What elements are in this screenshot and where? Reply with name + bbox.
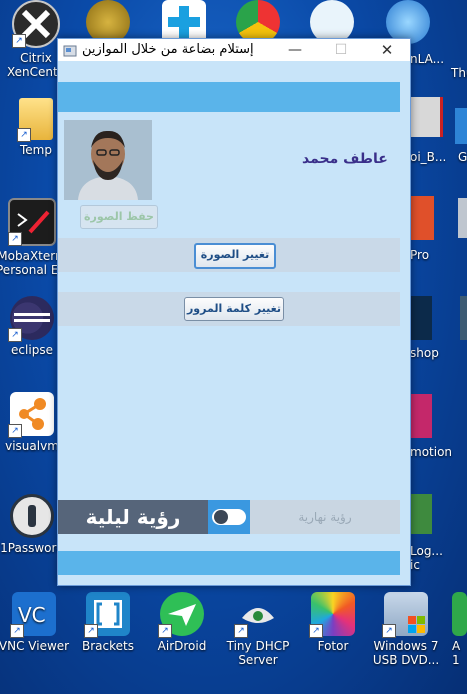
day-mode-label: رؤية نهارية (250, 500, 400, 534)
user-name: عاطف محمد (302, 151, 388, 167)
shortcut-arrow-icon: ↗ (382, 624, 396, 638)
desktop-icon-brackets[interactable]: ↗ Brackets (72, 592, 144, 653)
shortcut-arrow-icon: ↗ (8, 424, 22, 438)
desktop-icon-fotor[interactable]: ↗ Fotor (297, 592, 369, 653)
motion-icon[interactable] (410, 394, 432, 438)
terminal-icon: ↗ (8, 198, 56, 246)
desktop-icon-windows7-usb-dvd[interactable]: ↗ Windows 7 USB DVD... (370, 592, 442, 667)
window-title: إستلام بضاعة من خلال الموازين (82, 42, 254, 57)
shortcut-arrow-icon: ↗ (10, 624, 24, 638)
night-mode-label: رؤية ليلية (58, 500, 208, 534)
shortcut-arrow-icon: ↗ (158, 624, 172, 638)
desktop-icon-label: Server (238, 653, 278, 667)
app-icon[interactable] (455, 108, 467, 144)
airdroid-icon: ↗ (158, 592, 204, 638)
shortcut-arrow-icon: ↗ (234, 624, 248, 638)
desktop-icon-label: A (452, 639, 461, 653)
desktop-label-right: G (458, 150, 467, 164)
theme-toggle-switch[interactable] (208, 500, 250, 534)
app-window-icon (63, 43, 77, 57)
eclipse-icon: ↗ (8, 296, 54, 342)
folder-icon: ↗ (17, 98, 53, 142)
brackets-icon: ↗ (84, 592, 130, 638)
desktop-icon-label: VNC Viewer (0, 639, 70, 653)
citrix-icon: ↗ (12, 0, 60, 48)
desktop-icon-label: 1 (452, 653, 460, 667)
windows-usb-icon: ↗ (382, 592, 428, 638)
toggle-track (212, 509, 246, 525)
desktop-label-right: motion (410, 445, 453, 459)
desktop-label-right: oi_B... (410, 150, 447, 164)
database-icon[interactable] (458, 198, 467, 238)
change-photo-button[interactable]: تغيير الصورة (194, 243, 276, 269)
desktop-label-right: nLA... (410, 52, 445, 66)
vnc-icon: VC ↗ (10, 592, 56, 638)
toggle-knob (214, 510, 228, 524)
office-icon[interactable] (410, 196, 434, 240)
pdf-icon[interactable] (410, 97, 443, 137)
desktop-label-right: Pro (410, 248, 430, 262)
shortcut-arrow-icon: ↗ (84, 624, 98, 638)
shortcut-arrow-icon: ↗ (8, 328, 22, 342)
desktop-icon-tiny-dhcp-server[interactable]: ↗ Tiny DHCP Server (222, 592, 294, 667)
desktop-label-right: shop (410, 346, 439, 360)
desktop-icon-label: USB DVD... (372, 653, 440, 667)
desktop-icon-label: AirDroid (157, 639, 207, 653)
app-icon (452, 592, 467, 636)
app-icon[interactable] (460, 296, 467, 340)
shortcut-arrow-icon: ↗ (309, 624, 323, 638)
fotor-icon: ↗ (309, 592, 355, 638)
footer-band (58, 551, 400, 575)
desktop-icon-label: Brackets (82, 639, 134, 653)
desktop-label-right: Thu (451, 66, 467, 80)
keyhole-icon (10, 494, 54, 538)
shortcut-arrow-icon: ↗ (17, 128, 31, 142)
desktop-icon-label: Windows 7 (373, 639, 439, 653)
desktop-icon-airdroid[interactable]: ↗ AirDroid (146, 592, 218, 653)
desktop-icon-label: Tiny DHCP (226, 639, 290, 653)
shortcut-arrow-icon: ↗ (12, 34, 26, 48)
header-band (58, 82, 400, 112)
desktop-icon-label: Fotor (317, 639, 349, 653)
receive-goods-window: إستلام بضاعة من خلال الموازين — ☐ ✕ عاطف… (57, 38, 411, 586)
app-icon[interactable] (410, 494, 432, 534)
maximize-button[interactable]: ☐ (318, 39, 364, 61)
desktop-label-right: ic (410, 558, 420, 572)
desktop-label-right: Log... (410, 544, 443, 558)
minimize-button[interactable]: — (272, 39, 318, 61)
window-client-area: عاطف محمد حفظ الصورة تغيير الصورة تغيير … (58, 61, 410, 585)
desktop-icon-partial[interactable]: A 1 (452, 592, 467, 667)
change-password-button[interactable]: تغيير كلمة المرور (184, 297, 284, 321)
visualvm-icon: ↗ (8, 392, 54, 438)
desktop-icon-vnc-viewer[interactable]: VC ↗ VNC Viewer (0, 592, 70, 653)
title-bar[interactable]: إستلام بضاعة من خلال الموازين — ☐ ✕ (58, 39, 410, 61)
user-photo (64, 120, 152, 200)
shortcut-arrow-icon: ↗ (8, 232, 22, 246)
dhcp-icon: ↗ (234, 592, 280, 638)
close-button[interactable]: ✕ (364, 39, 410, 61)
photoshop-icon[interactable] (410, 296, 432, 340)
save-photo-button[interactable]: حفظ الصورة (80, 205, 158, 229)
